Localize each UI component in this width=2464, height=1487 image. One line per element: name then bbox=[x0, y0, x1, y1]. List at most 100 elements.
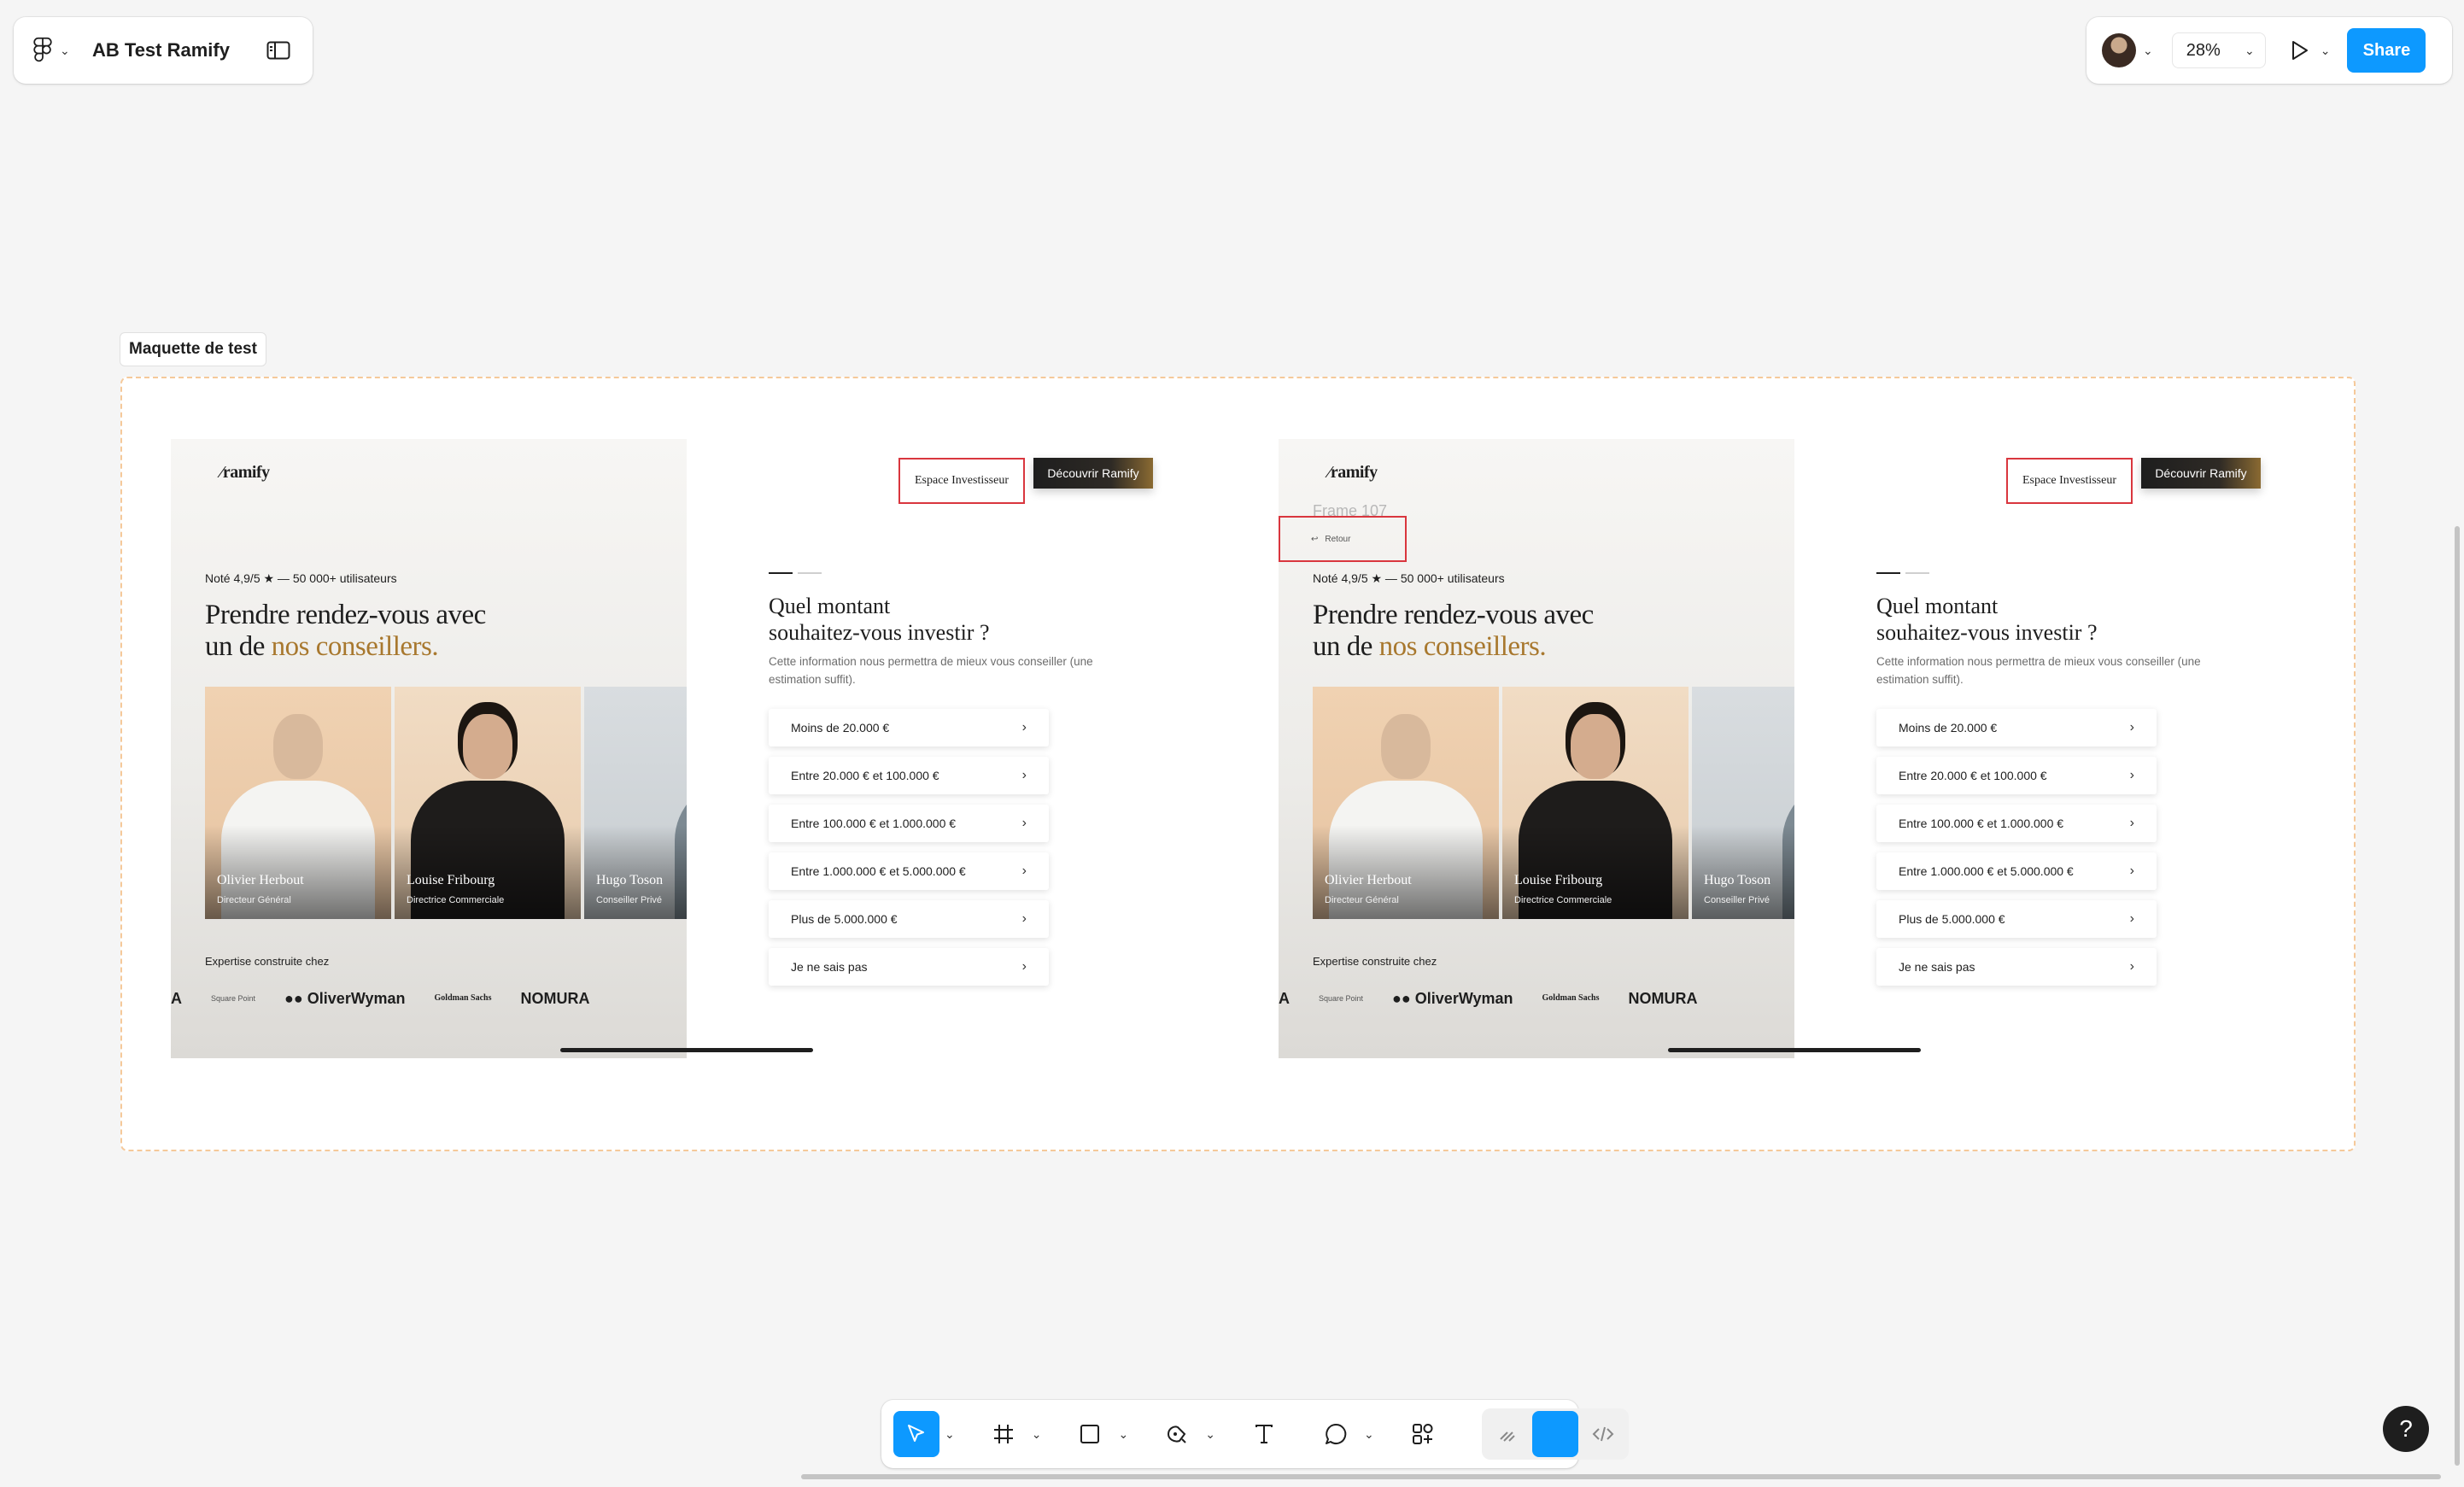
code-icon bbox=[1592, 1426, 1614, 1442]
chevron-down-icon: ⌄ bbox=[2143, 43, 2153, 57]
headline-line-1: Prendre rendez-vous avec bbox=[1313, 600, 1594, 630]
main-menu-button[interactable]: ⌄ bbox=[32, 33, 80, 67]
question-helper: Cette information nous permettra de mieu… bbox=[769, 655, 1093, 686]
chevron-right-icon: › bbox=[2129, 959, 2134, 974]
zoom-value: 28% bbox=[2186, 40, 2221, 60]
amount-option[interactable]: Entre 20.000 € et 100.000 € › bbox=[1876, 757, 2157, 794]
toggle-sidebar-button[interactable] bbox=[263, 35, 294, 66]
advisor-name: Olivier Herbout bbox=[1325, 873, 1412, 887]
right-toolbar: ⌄ 28% ⌄ ⌄ Share bbox=[2086, 17, 2452, 84]
chevron-right-icon: › bbox=[1021, 864, 1027, 878]
user-menu[interactable]: ⌄ bbox=[2102, 33, 2153, 67]
advisor-role: Directeur Général bbox=[217, 895, 291, 905]
rectangle-icon bbox=[1080, 1425, 1100, 1443]
chevron-right-icon: › bbox=[1021, 768, 1027, 782]
advisor-carousel[interactable]: Olivier Herbout Directeur Général Louise… bbox=[205, 687, 687, 919]
actions-tool-button[interactable] bbox=[1400, 1411, 1446, 1457]
headline: Prendre rendez-vous avec un de nos conse… bbox=[1313, 600, 1594, 663]
partner-logo: Goldman Sachs bbox=[1542, 993, 1600, 1003]
file-title[interactable]: AB Test Ramify bbox=[92, 39, 230, 61]
advisor-role: Conseiller Privé bbox=[1704, 895, 1770, 905]
rectangle-tool-button[interactable] bbox=[1067, 1411, 1113, 1457]
partner-logo: A bbox=[1279, 989, 1290, 1007]
move-tool[interactable]: ⌄ bbox=[893, 1411, 955, 1457]
advisor-card[interactable]: Louise Fribourg Directrice Commerciale bbox=[395, 687, 581, 919]
text-tool[interactable] bbox=[1241, 1411, 1287, 1457]
frame-variant-b[interactable]: ⁄ramify Frame 107 ↩ Retour Noté 4,9/5 ★ —… bbox=[1279, 439, 2312, 1058]
chevron-down-icon[interactable]: ⌄ bbox=[1032, 1427, 1042, 1442]
frame-tool[interactable]: ⌄ bbox=[980, 1411, 1042, 1457]
sidebar-icon bbox=[266, 41, 290, 60]
advisor-name: Hugo Toson bbox=[596, 873, 664, 887]
partner-logo: NOMURA bbox=[520, 989, 590, 1007]
comment-tool-button[interactable] bbox=[1313, 1411, 1359, 1457]
vertical-scrollbar[interactable] bbox=[2455, 526, 2460, 1466]
partner-logos: A Square Point ●● OliverWyman Goldman Sa… bbox=[1279, 986, 1794, 1011]
dev-mode-button[interactable] bbox=[1580, 1411, 1626, 1457]
investor-space-button[interactable]: Espace Investisseur bbox=[2006, 458, 2133, 504]
chevron-down-icon[interactable]: ⌄ bbox=[1364, 1427, 1374, 1442]
pen-tool-button[interactable] bbox=[1154, 1411, 1200, 1457]
amount-option[interactable]: Entre 1.000.000 € et 5.000.000 € › bbox=[1876, 852, 2157, 890]
discover-ramify-button[interactable]: Découvrir Ramify bbox=[1033, 458, 1153, 489]
frame-tool-button[interactable] bbox=[980, 1411, 1027, 1457]
amount-options: Moins de 20.000 € › Entre 20.000 € et 100… bbox=[1876, 709, 2157, 986]
zoom-dropdown[interactable]: 28% ⌄ bbox=[2171, 32, 2266, 68]
amount-option[interactable]: Moins de 20.000 € › bbox=[1876, 709, 2157, 746]
frame-scrollbar[interactable] bbox=[1668, 1048, 1921, 1052]
help-button[interactable]: ? bbox=[2383, 1406, 2429, 1452]
advisor-card[interactable]: Olivier Herbout Directeur Général bbox=[1313, 687, 1499, 919]
advisor-role: Directrice Commerciale bbox=[1514, 895, 1612, 905]
amount-option[interactable]: Entre 100.000 € et 1.000.000 € › bbox=[1876, 805, 2157, 842]
back-button[interactable]: ↩ Retour bbox=[1279, 516, 1407, 562]
headline-line-2: un de nos conseillers. bbox=[1313, 631, 1547, 662]
advisor-name: Louise Fribourg bbox=[1514, 873, 1603, 887]
share-button[interactable]: Share bbox=[2347, 28, 2426, 73]
comment-tool[interactable]: ⌄ bbox=[1313, 1411, 1374, 1457]
comment-icon bbox=[1325, 1423, 1347, 1444]
pen-icon bbox=[1168, 1426, 1186, 1443]
pen-tool[interactable]: ⌄ bbox=[1154, 1411, 1215, 1457]
amount-option[interactable]: Plus de 5.000.000 € › bbox=[769, 900, 1049, 938]
chevron-right-icon: › bbox=[1021, 959, 1027, 974]
partner-logos: A Square Point ●● OliverWyman Goldman Sa… bbox=[171, 986, 687, 1011]
design-mode-button[interactable] bbox=[1531, 1411, 1578, 1457]
draw-mode-button[interactable] bbox=[1484, 1411, 1530, 1457]
actions-tool[interactable] bbox=[1400, 1411, 1446, 1457]
amount-option[interactable]: Entre 100.000 € et 1.000.000 € › bbox=[769, 805, 1049, 842]
advisor-card[interactable]: Hugo Toson Conseiller Privé bbox=[584, 687, 687, 919]
amount-option[interactable]: Je ne sais pas › bbox=[1876, 948, 2157, 986]
advisor-card[interactable]: Louise Fribourg Directrice Commerciale bbox=[1502, 687, 1689, 919]
partner-logo: Square Point bbox=[211, 994, 256, 1003]
advisor-carousel[interactable]: Olivier Herbout Directeur Général Louise… bbox=[1313, 687, 1794, 919]
amount-option[interactable]: Moins de 20.000 € › bbox=[769, 709, 1049, 746]
amount-options: Moins de 20.000 € › Entre 20.000 € et 100… bbox=[769, 709, 1049, 986]
frame-scrollbar[interactable] bbox=[560, 1048, 813, 1052]
ramify-logo: ⁄ramify bbox=[220, 463, 270, 482]
advisor-card[interactable]: Hugo Toson Conseiller Privé bbox=[1692, 687, 1794, 919]
chevron-down-icon[interactable]: ⌄ bbox=[1118, 1427, 1128, 1442]
section-label[interactable]: Maquette de test bbox=[120, 332, 266, 366]
chevron-down-icon[interactable]: ⌄ bbox=[1205, 1427, 1215, 1442]
chevron-right-icon: › bbox=[1021, 720, 1027, 735]
amount-option[interactable]: Je ne sais pas › bbox=[769, 948, 1049, 986]
move-tool-button[interactable] bbox=[893, 1411, 939, 1457]
advisor-name: Olivier Herbout bbox=[217, 873, 304, 887]
present-button[interactable]: ⌄ bbox=[2290, 39, 2330, 61]
horizontal-scrollbar[interactable] bbox=[801, 1474, 2441, 1479]
frame-variant-a[interactable]: ⁄ramify Noté 4,9/5 ★ — 50 000+ utilisate… bbox=[171, 439, 1204, 1058]
text-tool-button[interactable] bbox=[1241, 1411, 1287, 1457]
expertise-label: Expertise construite chez bbox=[205, 955, 330, 968]
chevron-right-icon: › bbox=[2129, 911, 2134, 926]
headline-accent: nos conseillers. bbox=[271, 631, 439, 662]
discover-ramify-button[interactable]: Découvrir Ramify bbox=[2141, 458, 2261, 489]
chevron-right-icon: › bbox=[2129, 864, 2134, 878]
investor-space-button[interactable]: Espace Investisseur bbox=[898, 458, 1025, 504]
amount-option[interactable]: Entre 20.000 € et 100.000 € › bbox=[769, 757, 1049, 794]
advisor-card[interactable]: Olivier Herbout Directeur Général bbox=[205, 687, 391, 919]
chevron-down-icon[interactable]: ⌄ bbox=[945, 1427, 955, 1442]
chevron-right-icon: › bbox=[2129, 768, 2134, 782]
amount-option[interactable]: Plus de 5.000.000 € › bbox=[1876, 900, 2157, 938]
shape-tool[interactable]: ⌄ bbox=[1067, 1411, 1128, 1457]
amount-option[interactable]: Entre 1.000.000 € et 5.000.000 € › bbox=[769, 852, 1049, 890]
